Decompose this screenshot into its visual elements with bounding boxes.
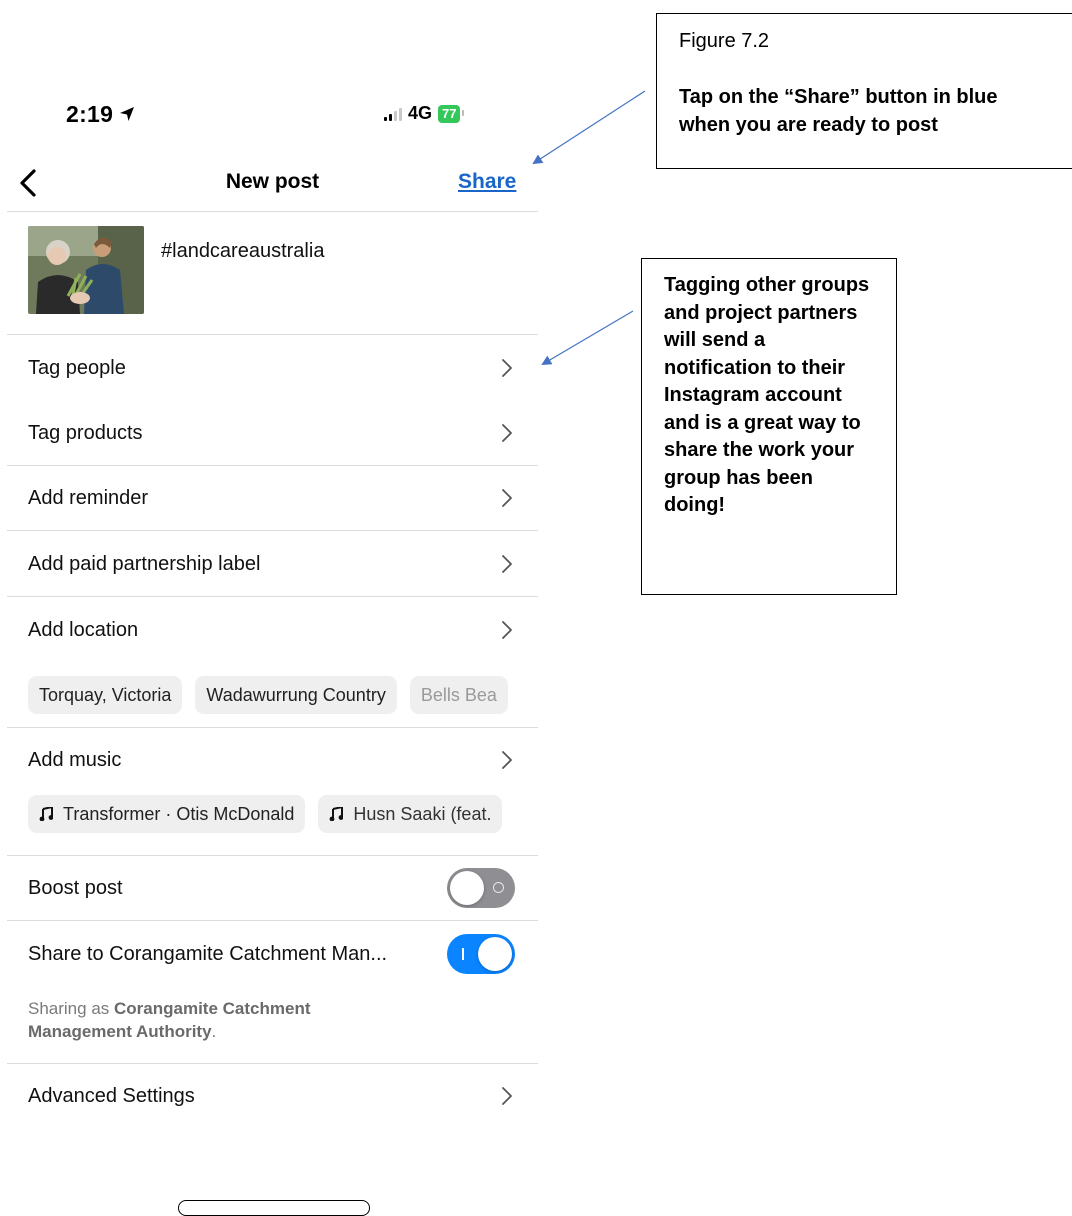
music-chip-label: Transformer · Otis McDonald [63, 803, 295, 824]
boost-post-toggle[interactable] [447, 868, 515, 908]
chevron-right-icon [502, 555, 512, 573]
chevron-right-icon [502, 751, 512, 769]
share-arrow [532, 90, 646, 165]
add-reminder-row[interactable]: Add reminder [7, 468, 538, 528]
location-chip[interactable]: Wadawurrung Country [195, 676, 397, 714]
share-button[interactable]: Share [458, 170, 516, 194]
music-chip[interactable]: Transformer · Otis McDonald [28, 795, 306, 833]
chevron-right-icon [502, 1087, 512, 1105]
status-time-text: 2:19 [66, 101, 114, 127]
divider [7, 596, 538, 597]
toggle-on-mark [462, 948, 464, 960]
share-to-label: Share to Corangamite Catchment Man... [28, 942, 388, 965]
boost-post-label: Boost post [28, 876, 123, 899]
location-chip[interactable]: Bells Bea [409, 676, 508, 714]
home-indicator [178, 1200, 370, 1216]
music-chip-label: Husn Saaki (feat. [353, 803, 492, 824]
sharing-as-suffix: . [211, 1022, 217, 1041]
divider [7, 334, 538, 335]
tagging-instruction: Tagging other groups and project partner… [664, 274, 870, 516]
divider [7, 465, 538, 466]
tag-products-row[interactable]: Tag products [7, 403, 538, 463]
paid-partnership-row[interactable]: Add paid partnership label [7, 534, 538, 594]
tag-people-row[interactable]: Tag people [7, 338, 538, 398]
toggle-knob [450, 871, 484, 905]
sharing-as-prefix: Sharing as [28, 999, 110, 1018]
figure-instruction: Tap on the “Share” button in blue when y… [679, 86, 998, 136]
add-location-row[interactable]: Add location [7, 600, 538, 660]
chevron-right-icon [502, 359, 512, 377]
tagging-annotation-box: Tagging other groups and project partner… [641, 258, 897, 595]
add-music-label: Add music [28, 748, 122, 771]
divider [7, 211, 538, 212]
advanced-settings-row[interactable]: Advanced Settings [7, 1066, 538, 1126]
phone-screen: 2:19 4G 77 New post Share #landcareaustr… [0, 0, 545, 1216]
divider [7, 920, 538, 921]
paid-partnership-label: Add paid partnership label [28, 552, 261, 575]
network-type: 4G [408, 103, 433, 123]
toggle-off-mark [493, 882, 504, 893]
add-location-label: Add location [28, 618, 139, 641]
share-to-toggle[interactable] [447, 934, 515, 974]
divider [7, 530, 538, 531]
music-note-icon [39, 807, 53, 821]
add-reminder-label: Add reminder [28, 486, 149, 509]
add-music-row[interactable]: Add music [7, 730, 538, 790]
location-chip[interactable]: Torquay, Victoria [28, 676, 183, 714]
status-time: 2:19 [66, 101, 135, 128]
status-indicators: 4G 77 [384, 103, 466, 124]
battery-level: 77 [442, 105, 457, 121]
music-suggestions: Transformer · Otis McDonald Husn Saaki (… [28, 795, 538, 833]
battery-icon: 77 [438, 104, 466, 123]
location-arrow-icon [119, 101, 135, 128]
caption-text[interactable]: #landcareaustralia [161, 240, 324, 263]
page-title-text: New post [225, 170, 320, 193]
toggle-knob [478, 937, 512, 971]
advanced-settings-label: Advanced Settings [28, 1084, 195, 1107]
location-suggestions: Torquay, Victoria Wadawurrung Country Be… [28, 676, 538, 714]
chevron-right-icon [502, 621, 512, 639]
divider [7, 727, 538, 728]
divider [7, 855, 538, 856]
signal-icon [384, 107, 402, 121]
tag-products-label: Tag products [28, 421, 143, 444]
divider [7, 1063, 538, 1064]
figure-label: Figure 7.2 [679, 30, 770, 52]
figure-annotation-box: Figure 7.2 Tap on the “Share” button in … [656, 13, 1072, 169]
music-note-icon [329, 807, 344, 821]
chevron-right-icon [502, 424, 512, 442]
tag-arrow [541, 310, 634, 366]
sharing-as-text: Sharing as Corangamite Catchment Managem… [28, 997, 368, 1043]
chevron-right-icon [502, 489, 512, 507]
music-chip[interactable]: Husn Saaki (feat. [318, 795, 503, 833]
post-thumbnail[interactable] [28, 226, 144, 314]
tag-people-label: Tag people [28, 356, 126, 379]
